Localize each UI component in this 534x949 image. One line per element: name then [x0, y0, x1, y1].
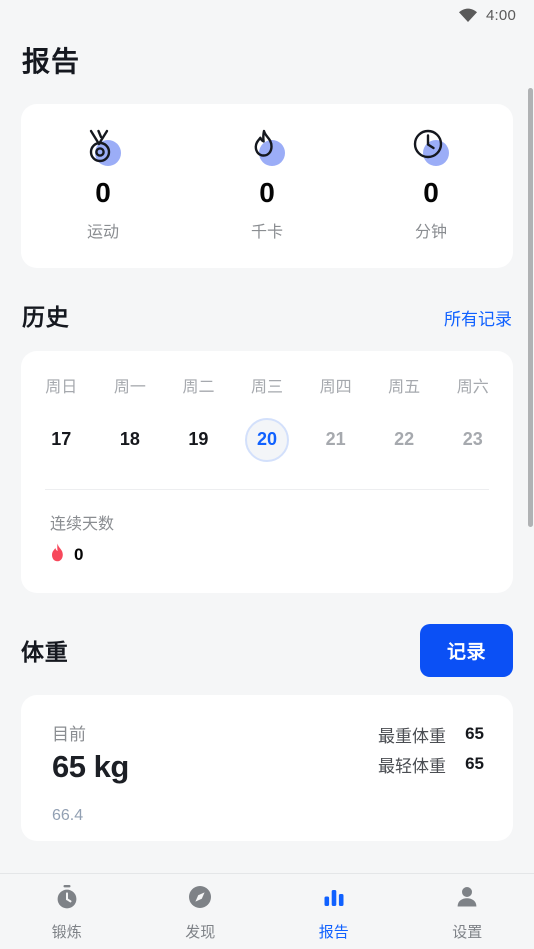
weight-summary: 目前 65 kg 最重体重 65 最轻体重 65 [21, 720, 513, 785]
wifi-icon [458, 8, 478, 23]
stat-label: 千卡 [250, 223, 283, 241]
stat-value: 0 [423, 177, 439, 208]
min-weight-label: 最轻体重 [378, 756, 446, 776]
medal-icon [81, 128, 125, 168]
current-weight-value: 65 kg [52, 748, 129, 784]
barchart-icon [321, 884, 347, 915]
all-records-link[interactable]: 所有记录 [444, 305, 512, 330]
max-weight-row: 最重体重 65 [378, 722, 484, 747]
day-of-week-label: 周三 [251, 378, 284, 396]
flame-icon [50, 543, 65, 567]
day-number[interactable]: 22 [382, 418, 426, 462]
weight-chart-axis-label: 66.4 [52, 806, 84, 824]
nav-label: 设置 [452, 924, 483, 941]
stat-value: 0 [259, 177, 275, 208]
nav-item-workout[interactable]: 锻炼 [0, 884, 134, 942]
max-weight-value: 65 [465, 724, 484, 744]
status-time: 4:00 [486, 6, 516, 24]
weight-title: 体重 [21, 639, 69, 666]
record-weight-button[interactable]: 记录 [419, 623, 513, 677]
stat-label: 分钟 [414, 223, 447, 241]
compass-icon [187, 884, 213, 915]
summary-stats-card: 0 运动 0 千卡 0 分钟 [21, 104, 513, 268]
history-card: 周日 17 周一 18 周二 19 周三 20 周四 21 周五 22 周六 2… [21, 350, 513, 593]
day-number[interactable]: 23 [451, 418, 495, 462]
day-column[interactable]: 周日 17 [27, 373, 96, 462]
bottom-navigation: 锻炼 发现 报告 设置 [0, 873, 534, 949]
weight-card: 目前 65 kg 最重体重 65 最轻体重 65 66.4 [21, 694, 513, 841]
day-column-today[interactable]: 周三 20 [233, 373, 302, 462]
stat-value: 0 [95, 177, 111, 208]
nav-item-report[interactable]: 报告 [267, 884, 401, 942]
day-column[interactable]: 周五 22 [370, 373, 439, 462]
streak-value-row: 0 [50, 543, 513, 567]
nav-label: 发现 [185, 924, 216, 941]
streak-count: 0 [74, 544, 84, 564]
page-title: 报告 [22, 46, 81, 77]
day-of-week-label: 周二 [182, 378, 215, 396]
weight-section-header: 体重 记录 [0, 623, 534, 677]
day-number[interactable]: 18 [108, 418, 152, 462]
stat-label: 运动 [86, 223, 119, 241]
day-of-week-label: 周五 [388, 378, 421, 396]
min-weight-value: 65 [465, 754, 484, 774]
stat-minutes: 0 分钟 [349, 128, 513, 242]
stopwatch-icon [54, 884, 80, 915]
summary-stats-row: 0 运动 0 千卡 0 分钟 [21, 128, 513, 242]
day-column[interactable]: 周一 18 [96, 373, 165, 462]
nav-item-settings[interactable]: 设置 [401, 884, 534, 942]
max-weight-label: 最重体重 [378, 726, 446, 746]
day-column[interactable]: 周二 19 [164, 373, 233, 462]
nav-label: 锻炼 [51, 924, 82, 941]
stat-calories: 0 千卡 [185, 128, 349, 242]
min-weight-row: 最轻体重 65 [378, 752, 484, 777]
day-of-week-label: 周一 [113, 378, 146, 396]
status-bar: 4:00 [0, 0, 534, 30]
streak-block: 连续天数 0 [21, 490, 513, 593]
weight-extremes: 最重体重 65 最轻体重 65 [378, 720, 484, 785]
scroll-container[interactable]: 报告 0 运动 0 千卡 0 分钟 历史 所有记录 周日 17 周一 18 周二… [0, 30, 534, 873]
day-of-week-label: 周日 [45, 378, 78, 396]
flame-icon [245, 128, 289, 168]
clock-icon [409, 128, 453, 168]
history-title: 历史 [22, 303, 70, 330]
day-column[interactable]: 周四 21 [301, 373, 370, 462]
weight-current: 目前 65 kg [52, 720, 129, 785]
history-section-header: 历史 所有记录 [0, 298, 534, 332]
vertical-scrollbar[interactable] [528, 88, 533, 527]
nav-label: 报告 [318, 924, 349, 941]
week-strip: 周日 17 周一 18 周二 19 周三 20 周四 21 周五 22 周六 2… [21, 373, 513, 462]
day-of-week-label: 周四 [319, 378, 352, 396]
day-of-week-label: 周六 [456, 378, 489, 396]
current-weight-label: 目前 [52, 724, 86, 744]
streak-label: 连续天数 [50, 515, 115, 533]
day-column[interactable]: 周六 23 [438, 373, 507, 462]
day-number[interactable]: 19 [176, 418, 220, 462]
nav-item-discover[interactable]: 发现 [134, 884, 268, 942]
person-icon [454, 884, 480, 915]
day-number[interactable]: 17 [39, 418, 83, 462]
day-number[interactable]: 21 [314, 418, 358, 462]
day-number-today[interactable]: 20 [245, 417, 290, 462]
stat-workouts: 0 运动 [21, 128, 185, 242]
